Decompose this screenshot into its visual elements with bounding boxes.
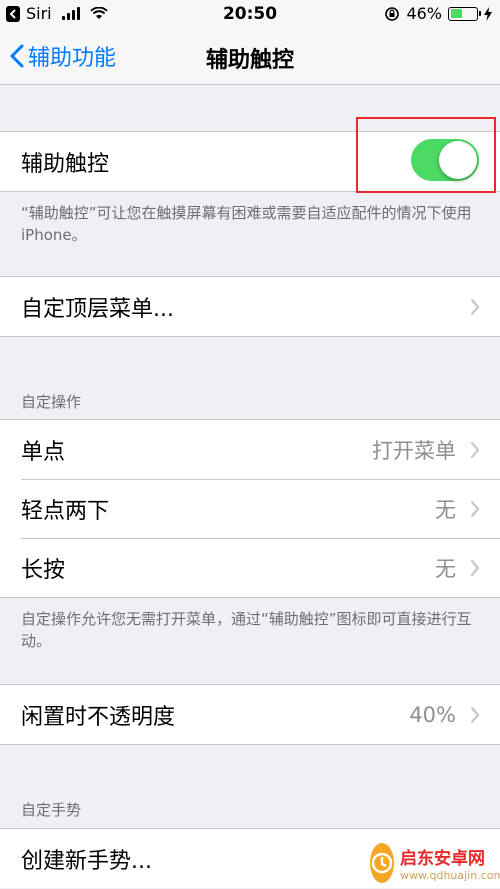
- battery-icon: [448, 6, 481, 21]
- assistive-touch-footer: “辅助触控”可让您在触摸屏幕有困难或需要自适应配件的情况下使用 iPhone。: [21, 204, 472, 244]
- navigation-bar: 辅助功能 辅助触控: [0, 28, 500, 85]
- watermark-logo-icon: [370, 843, 394, 883]
- idle-opacity-row[interactable]: 闲置时不透明度 40%: [0, 685, 500, 744]
- battery-percent: 46%: [406, 4, 442, 23]
- assistive-touch-label: 辅助触控: [21, 151, 110, 177]
- status-bar: Siri 20:50 46%: [0, 0, 500, 28]
- watermark: 启东安卓网 www.qdhuajin.com: [370, 837, 500, 889]
- idle-opacity-value: 40%: [409, 702, 456, 727]
- action-value: 无: [435, 497, 456, 522]
- charging-bolt-icon: [484, 6, 492, 21]
- create-gesture-label: 创建新手势...: [21, 848, 152, 874]
- watermark-text: 启东安卓网 www.qdhuajin.com: [400, 844, 500, 882]
- chevron-right-icon: [470, 560, 480, 576]
- action-row-double-tap[interactable]: 轻点两下 无: [0, 479, 500, 538]
- action-label: 长按: [21, 557, 66, 583]
- action-value: 无: [435, 556, 456, 581]
- custom-actions-header: 自定操作: [21, 393, 82, 411]
- idle-opacity-label: 闲置时不透明度: [21, 704, 176, 730]
- watermark-url: www.qdhuajin.com: [400, 869, 500, 882]
- custom-top-menu-row[interactable]: 自定顶层菜单...: [0, 277, 500, 336]
- custom-top-menu-label: 自定顶层菜单...: [21, 296, 174, 322]
- action-label: 单点: [21, 439, 66, 465]
- action-row-long-press[interactable]: 长按 无: [0, 538, 500, 597]
- chevron-right-icon: [470, 501, 480, 517]
- top-menu-group: 自定顶层菜单...: [0, 276, 500, 337]
- action-value: 打开菜单: [372, 438, 456, 463]
- watermark-title: 启东安卓网: [400, 849, 485, 869]
- status-right: 46%: [384, 4, 492, 23]
- action-row-single-tap[interactable]: 单点 打开菜单: [0, 420, 500, 479]
- idle-opacity-group: 闲置时不透明度 40%: [0, 684, 500, 745]
- page-title: 辅助触控: [205, 48, 294, 73]
- chevron-right-icon: [470, 299, 480, 315]
- custom-gestures-header: 自定手势: [21, 801, 82, 819]
- battery-fill: [450, 9, 462, 18]
- chevron-right-icon: [470, 707, 480, 723]
- highlight-annotation-box: [356, 117, 496, 193]
- custom-actions-group: 单点 打开菜单 轻点两下 无 长按 无: [0, 419, 500, 598]
- rotation-lock-icon: [385, 6, 400, 21]
- action-label: 轻点两下: [21, 498, 110, 524]
- custom-actions-footer: 自定操作允许您无需打开菜单，通过“辅助触控”图标即可直接进行互动。: [21, 610, 472, 650]
- chevron-right-icon: [470, 442, 480, 458]
